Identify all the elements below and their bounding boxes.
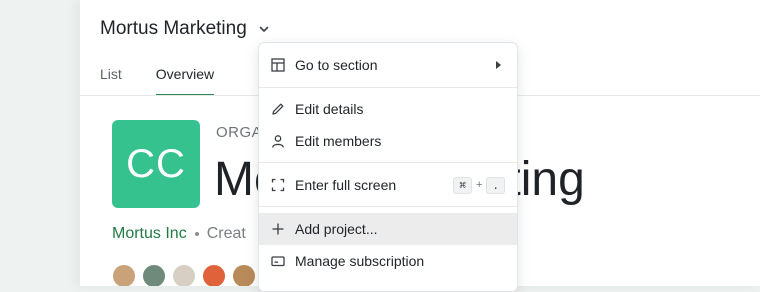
menu-item-go-to-section[interactable]: Go to section: [259, 49, 517, 81]
member-avatar[interactable]: [142, 264, 166, 286]
shortcut-hint: ⌘ + .: [453, 176, 505, 194]
separator-dot: [194, 232, 199, 236]
card-icon: [271, 254, 285, 268]
created-text: Creat: [206, 225, 246, 242]
menu-item-label: Enter full screen: [295, 177, 397, 193]
menu-divider: [259, 87, 517, 88]
menu-item-manage-subscription[interactable]: Manage subscription: [259, 245, 517, 277]
menu-item-add-project[interactable]: Add project...: [259, 213, 517, 245]
page-title: Mortus Marketing: [100, 18, 247, 39]
shortcut-plus: +: [475, 179, 483, 191]
menu-divider: [259, 162, 517, 163]
plus-icon: [271, 222, 285, 236]
person-icon: [271, 134, 285, 148]
menu-item-label: Edit members: [295, 133, 382, 149]
tab-list[interactable]: List: [100, 66, 122, 96]
chevron-down-icon[interactable]: [257, 22, 271, 36]
title-row[interactable]: Mortus Marketing: [100, 18, 271, 40]
menu-divider: [259, 206, 517, 207]
org-meta: Mortus Inc Creat: [112, 225, 246, 243]
org-avatar: CC: [112, 120, 200, 208]
context-menu: Go to section Edit details Edit members …: [258, 42, 518, 292]
menu-item-label: Edit details: [295, 101, 364, 117]
tabs: List Overview: [100, 66, 215, 96]
member-avatar[interactable]: [232, 264, 256, 286]
org-type-label: ORGA: [216, 124, 263, 141]
member-avatars: [112, 264, 262, 286]
member-avatar[interactable]: [172, 264, 196, 286]
menu-item-edit-details[interactable]: Edit details: [259, 93, 517, 125]
period-key: .: [486, 176, 505, 194]
menu-item-label: Manage subscription: [295, 253, 425, 269]
pencil-icon: [271, 102, 285, 116]
menu-item-edit-members[interactable]: Edit members: [259, 125, 517, 157]
layout-icon: [271, 58, 285, 72]
submenu-arrow-icon: [496, 61, 501, 69]
menu-item-label: Add project...: [295, 221, 378, 237]
menu-item-enter-full-screen[interactable]: Enter full screen ⌘ + .: [259, 169, 517, 201]
member-avatar[interactable]: [202, 264, 226, 286]
company-link[interactable]: Mortus Inc: [112, 225, 187, 243]
tab-overview[interactable]: Overview: [155, 66, 215, 96]
fullscreen-icon: [271, 178, 285, 192]
menu-item-label: Go to section: [295, 57, 378, 73]
command-key: ⌘: [453, 176, 472, 194]
member-avatar[interactable]: [112, 264, 136, 286]
